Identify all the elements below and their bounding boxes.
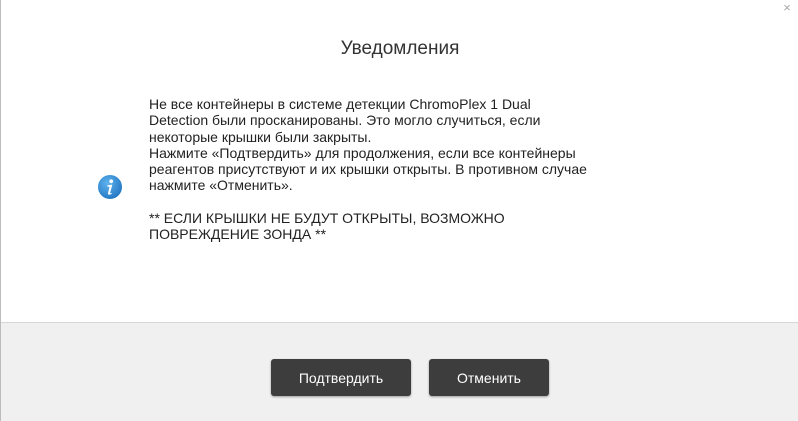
notification-dialog: × Уведомления Не все контейнеры в систем… (0, 0, 798, 421)
message-line: реагентов присутствуют и их крышки откры… (149, 161, 587, 178)
confirm-button[interactable]: Подтвердить (271, 359, 411, 396)
dialog-footer: Подтвердить Отменить (1, 322, 798, 421)
warning-line: ПОВРЕЖДЕНИЕ ЗОНДА ** (149, 226, 327, 243)
message-line: Detection были просканированы. Это могло… (149, 112, 541, 129)
message-line: нажмите «Отменить». (149, 177, 293, 194)
info-icon (97, 174, 123, 200)
dialog-body: Не все контейнеры в системе детекции Chr… (1, 70, 798, 322)
dialog-message: Не все контейнеры в системе детекции Chr… (149, 96, 709, 242)
message-line: Не все контейнеры в системе детекции Chr… (149, 96, 531, 112)
cancel-button[interactable]: Отменить (429, 359, 549, 396)
dialog-title: Уведомления (340, 38, 460, 59)
warning-line: ** ЕСЛИ КРЫШКИ НЕ БУДУТ ОТКРЫТЫ, ВОЗМОЖН… (149, 209, 505, 226)
message-line: некоторые крышки были закрыты. (149, 128, 372, 145)
message-line: Нажмите «Подтвердить» для продолжения, е… (149, 144, 576, 161)
close-icon[interactable]: × (780, 1, 794, 15)
